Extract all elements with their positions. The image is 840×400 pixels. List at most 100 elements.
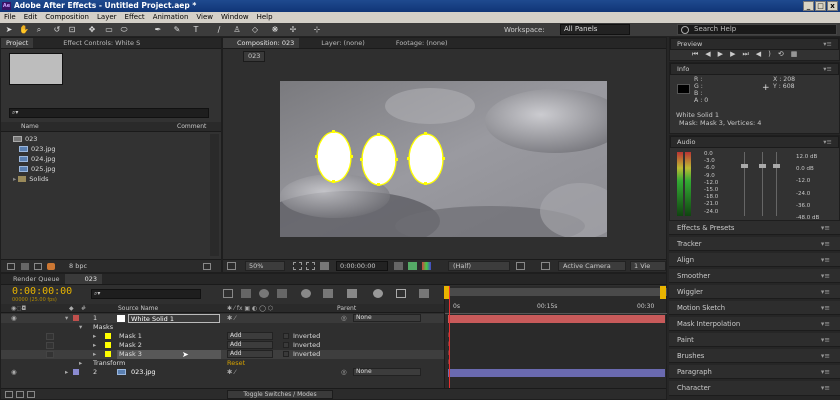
frame-blending-icon[interactable]	[277, 289, 287, 298]
layer-switches[interactable]: ✱ ⁄	[227, 314, 236, 323]
zoom-tool-icon[interactable]: ⌕	[34, 25, 44, 35]
ellipse-mask-tool-icon[interactable]: ⬭	[119, 25, 129, 35]
hand-tool-icon[interactable]: ✋	[19, 25, 29, 35]
tab-effect-controls[interactable]: Effect Controls: White S	[33, 38, 145, 48]
tab-timeline-comp[interactable]: 023	[64, 274, 102, 284]
pin-tool-icon[interactable]: ✎	[172, 25, 182, 35]
fast-preview-icon[interactable]	[541, 262, 550, 270]
toggle-switches-modes-button[interactable]: Toggle Switches / Modes	[227, 390, 333, 399]
rectangle-mask-tool-icon[interactable]: ▭	[104, 25, 114, 35]
menu-edit[interactable]: Edit	[20, 12, 42, 23]
mask-inverted-checkbox[interactable]	[283, 333, 289, 339]
comp-navigator-tag[interactable]: 023	[243, 51, 266, 62]
panel-mask-interpolation[interactable]: Mask Interpolation ▾≡	[669, 317, 840, 331]
reset-link[interactable]: Reset	[227, 359, 245, 368]
graph-editor-icon[interactable]	[373, 289, 383, 298]
menu-window[interactable]: Window	[217, 12, 253, 23]
layer-name[interactable]: 023.jpg	[131, 368, 156, 377]
audio-slider-track[interactable]	[744, 152, 745, 216]
mask-mode-dropdown[interactable]: Add	[227, 350, 273, 358]
timeline-search-input[interactable]: ⌕▾	[91, 289, 201, 299]
rotate-tool-icon[interactable]: ↺	[52, 25, 62, 35]
mask-color-swatch[interactable]	[105, 351, 111, 357]
channel-icon[interactable]	[422, 262, 431, 270]
project-search-input[interactable]: ⌕▾	[9, 108, 209, 118]
eraser-tool-icon[interactable]: ◇	[250, 25, 260, 35]
panel-brushes[interactable]: Brushes ▾≡	[669, 349, 840, 363]
panel-motion-sketch[interactable]: Motion Sketch ▾≡	[669, 301, 840, 315]
tab-render-queue[interactable]: Render Queue	[1, 274, 65, 284]
composition-viewer[interactable]	[280, 81, 607, 237]
viewer-timecode[interactable]: 0:00:00:00	[336, 261, 388, 271]
mask-inverted-checkbox[interactable]	[283, 342, 289, 348]
interpret-footage-icon[interactable]	[7, 263, 15, 270]
label-color-swatch[interactable]	[73, 315, 79, 321]
masks-group-row[interactable]: ▾ Masks	[1, 323, 444, 332]
minimize-button[interactable]: _	[803, 1, 814, 11]
layer-row-023-jpg[interactable]: ◉ ▸ 2 023.jpg ✱ ⁄ ◎ None	[1, 368, 444, 377]
mask-mode-dropdown[interactable]: Add	[227, 332, 273, 340]
transfer-controls-toggle-icon[interactable]	[16, 391, 24, 398]
mask-color-swatch[interactable]	[105, 342, 111, 348]
project-item[interactable]: 025.jpg	[13, 164, 203, 174]
panel-effects-presets[interactable]: Effects & Presets ▾≡	[669, 221, 840, 235]
comp-mini-flowchart-icon[interactable]	[223, 289, 233, 298]
puppet-tool-icon[interactable]: ✢	[288, 25, 298, 35]
menu-animation[interactable]: Animation	[149, 12, 193, 23]
mask-name[interactable]: Mask 2	[119, 341, 142, 350]
snapshot-icon[interactable]	[394, 262, 403, 270]
layer-name[interactable]: White Solid 1	[128, 314, 220, 323]
text-tool-icon[interactable]: T	[191, 25, 201, 35]
mask-color-swatch[interactable]	[105, 333, 111, 339]
column-name[interactable]: Name	[21, 122, 39, 132]
column-parent[interactable]: Parent	[337, 304, 356, 313]
mask-visibility-toggle[interactable]	[46, 351, 54, 358]
pen-tool-icon[interactable]: ✒	[153, 25, 163, 35]
layer-row-white-solid[interactable]: ◉ ▾ 1 White Solid 1 ✱ ⁄ ◎ None	[1, 314, 444, 323]
number-column-icon[interactable]: #	[81, 304, 86, 313]
column-comment[interactable]: Comment	[177, 122, 206, 132]
expand-arrow-icon[interactable]: ▸	[79, 359, 82, 368]
expand-arrow-icon[interactable]: ▸	[93, 332, 96, 341]
selection-tool-icon[interactable]: ➤	[4, 25, 14, 35]
menu-composition[interactable]: Composition	[41, 12, 93, 23]
draft-3d-icon[interactable]	[241, 289, 251, 298]
project-item[interactable]: 023	[13, 134, 203, 144]
bpc-label[interactable]: 8 bpc	[69, 261, 87, 271]
in-out-toggle-icon[interactable]	[27, 391, 35, 398]
tab-layer[interactable]: Layer: (none)	[299, 38, 370, 48]
parent-dropdown[interactable]: None	[353, 368, 421, 376]
mask-row-selected[interactable]: ▸ Mask 3 Add Inverted ➤	[1, 350, 444, 359]
panel-paint[interactable]: Paint ▾≡	[669, 333, 840, 347]
new-folder-icon[interactable]	[21, 263, 29, 270]
layer-switches[interactable]: ✱ ⁄	[227, 368, 236, 377]
safe-margins-icon[interactable]	[293, 262, 302, 270]
camera-tool-icon[interactable]: ⊡	[67, 25, 77, 35]
layer-switches-toggle-icon[interactable]	[5, 391, 13, 398]
time-ruler[interactable]: 0s 00:15s 00:30	[445, 297, 667, 314]
clone-stamp-tool-icon[interactable]: ♙	[232, 25, 242, 35]
panel-wiggler[interactable]: Wiggler ▾≡	[669, 285, 840, 299]
expand-arrow-icon[interactable]: ▸	[93, 350, 96, 359]
tab-project[interactable]: Project	[1, 38, 34, 48]
switches-column-icons[interactable]: ✱ ⁄ fx ▣ ◐ ◯ ⬡	[227, 304, 273, 313]
color-depth-icon[interactable]	[47, 263, 55, 270]
visibility-icon[interactable]: ◉	[11, 314, 17, 323]
motion-blur-icon[interactable]	[301, 289, 311, 298]
panel-paragraph[interactable]: Paragraph ▾≡	[669, 365, 840, 379]
help-search-input[interactable]: Search Help	[677, 24, 837, 35]
region-of-interest-icon[interactable]	[516, 262, 525, 270]
audio-slider-handle[interactable]	[741, 164, 748, 168]
mask-mode-dropdown[interactable]: Add	[227, 341, 273, 349]
info-header[interactable]: Info ▾≡	[670, 63, 839, 75]
audio-slider-handle[interactable]	[759, 164, 766, 168]
menu-help[interactable]: Help	[253, 12, 277, 23]
panel-smoother[interactable]: Smoother ▾≡	[669, 269, 840, 283]
work-area-bar[interactable]	[445, 288, 667, 296]
hide-shy-icon[interactable]	[259, 289, 269, 298]
expand-arrow-icon[interactable]: ▸	[65, 368, 68, 377]
panel-tracker[interactable]: Tracker ▾≡	[669, 237, 840, 251]
mask-row[interactable]: ▸ Mask 1 Add Inverted	[1, 332, 444, 341]
new-composition-icon[interactable]	[34, 263, 42, 270]
timeline-timecode[interactable]: 0:00:00:00	[12, 286, 72, 297]
